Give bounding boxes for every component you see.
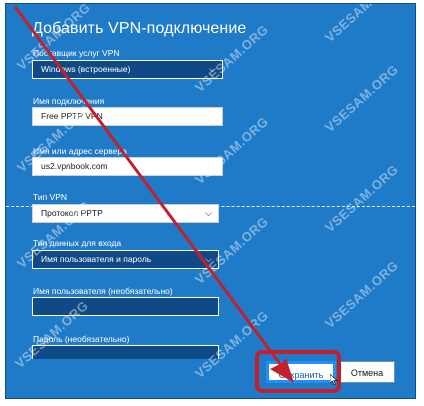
- signin-type-select[interactable]: Имя пользователя и пароль ⌵: [32, 250, 219, 269]
- save-button[interactable]: Сохранить: [266, 361, 336, 383]
- watermark: VSESAM.ORG: [322, 61, 402, 136]
- watermark: VSESAM.ORG: [322, 161, 402, 236]
- provider-select[interactable]: Windows (встроенные) ⌵: [32, 60, 223, 79]
- signin-type-value: Имя пользователя и пароль: [41, 254, 152, 264]
- username-label: Имя пользователя (необязательно): [33, 286, 173, 296]
- password-input[interactable]: [32, 345, 219, 359]
- chevron-down-icon: ⌵: [205, 208, 212, 218]
- provider-value: Windows (встроенные): [41, 64, 131, 74]
- vpn-dialog: Добавить VPN-подключение Поставщик услуг…: [6, 4, 415, 398]
- cancel-button[interactable]: Отмена: [339, 361, 395, 383]
- watermark: VSESAM.ORG: [322, 4, 402, 46]
- connection-name-label: Имя подключения: [33, 96, 105, 106]
- username-input[interactable]: [32, 297, 219, 316]
- mouse-pointer-icon: [330, 374, 338, 385]
- watermark: VSESAM.ORG: [322, 257, 402, 332]
- vpn-type-label: Тип VPN: [33, 192, 68, 202]
